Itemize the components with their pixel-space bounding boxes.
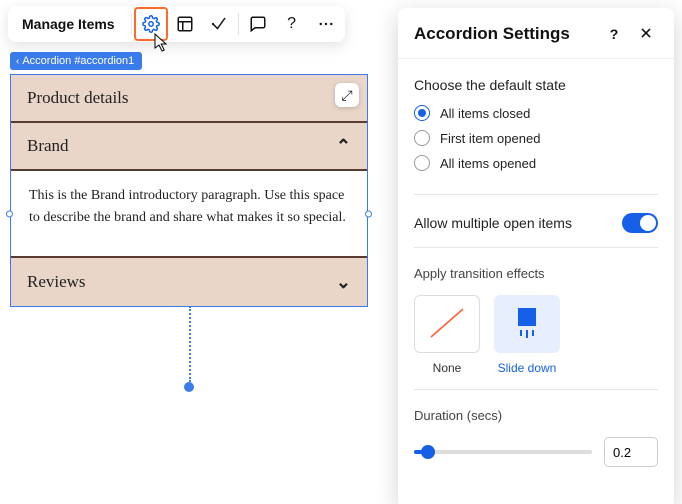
help-button[interactable]: ? — [275, 7, 309, 41]
accordion-item: Brand ⌃ This is the Brand introductory p… — [11, 123, 367, 258]
breadcrumb-label: Accordion #accordion1 — [22, 55, 134, 67]
selection-handle-left[interactable] — [6, 210, 13, 217]
effect-slide-down[interactable]: Slide down — [494, 295, 560, 375]
selection-handle-right[interactable] — [365, 210, 372, 217]
effect-none[interactable]: None — [414, 295, 480, 375]
accordion-item-text: This is the Brand introductory paragraph… — [29, 188, 346, 225]
effect-label: Slide down — [498, 361, 557, 375]
switch-label: Allow multiple open items — [414, 215, 572, 231]
separator — [238, 13, 239, 35]
allow-multiple-toggle[interactable] — [622, 213, 658, 233]
question-icon: ? — [287, 15, 296, 33]
chevron-up-icon: ⌃ — [336, 136, 351, 157]
accordion-item: Product details — [11, 75, 367, 123]
section-transition: Apply transition effects None — [414, 248, 658, 390]
manage-items-button[interactable]: Manage Items — [10, 6, 129, 42]
section-allow-multiple: Allow multiple open items — [414, 195, 658, 248]
breadcrumb-tag[interactable]: ‹ Accordion #accordion1 — [10, 52, 142, 70]
close-icon — [639, 26, 653, 43]
gear-icon — [142, 15, 160, 33]
radio-label: All items opened — [440, 156, 536, 171]
section-duration: Duration (secs) — [414, 390, 658, 481]
separator — [131, 13, 132, 35]
duration-input[interactable] — [604, 437, 658, 467]
accordion-item: Reviews ⌄ — [11, 258, 367, 306]
radio-icon — [414, 155, 430, 171]
ellipsis-icon — [317, 15, 335, 33]
accordion-item-title: Brand — [27, 136, 69, 156]
panel-title: Accordion Settings — [414, 24, 594, 44]
layout-icon — [176, 15, 194, 33]
question-icon: ? — [610, 26, 619, 42]
slide-down-icon — [512, 304, 542, 345]
accordion-item-header[interactable]: Brand ⌃ — [11, 123, 367, 171]
animation-button[interactable] — [202, 7, 236, 41]
slider-track — [414, 450, 592, 454]
settings-panel: Accordion Settings ? Choose the default … — [398, 8, 674, 504]
accordion-item-title: Product details — [27, 88, 129, 108]
layout-button[interactable] — [168, 7, 202, 41]
add-guideline — [189, 306, 191, 382]
radio-icon — [414, 130, 430, 146]
radio-all-closed[interactable]: All items closed — [414, 105, 658, 121]
panel-header: Accordion Settings ? — [398, 8, 674, 59]
chevron-left-icon: ‹ — [16, 56, 19, 67]
section-title: Apply transition effects — [414, 266, 658, 281]
radio-label: All items closed — [440, 106, 530, 121]
chevron-down-icon: ⌄ — [336, 272, 351, 293]
slider-thumb[interactable] — [421, 445, 435, 459]
panel-help-button[interactable]: ? — [602, 22, 626, 46]
comment-icon — [249, 15, 267, 33]
accordion-component[interactable]: ⤢ Product details Brand ⌃ This is the Br… — [10, 74, 368, 307]
effect-label: None — [433, 361, 462, 375]
none-icon — [425, 303, 469, 346]
expand-handle[interactable]: ⤢ — [335, 83, 359, 107]
expand-icon: ⤢ — [341, 87, 352, 104]
comment-button[interactable] — [241, 7, 275, 41]
radio-icon — [414, 105, 430, 121]
radio-first-open[interactable]: First item opened — [414, 130, 658, 146]
radio-all-open[interactable]: All items opened — [414, 155, 658, 171]
editor-canvas: Manage Items — [0, 0, 390, 504]
accordion-item-title: Reviews — [27, 272, 86, 292]
duration-slider[interactable] — [414, 442, 592, 462]
animation-icon — [210, 15, 228, 33]
action-bar: Manage Items — [8, 6, 345, 42]
section-default-state: Choose the default state All items close… — [414, 59, 658, 195]
accordion-item-header[interactable]: Reviews ⌄ — [11, 258, 367, 306]
section-title: Choose the default state — [414, 77, 658, 93]
panel-body: Choose the default state All items close… — [398, 59, 674, 497]
accordion-item-header[interactable]: Product details — [11, 75, 367, 123]
section-title: Duration (secs) — [414, 408, 658, 423]
radio-label: First item opened — [440, 131, 540, 146]
settings-button[interactable] — [134, 7, 168, 41]
add-handle[interactable] — [184, 382, 194, 392]
more-button[interactable] — [309, 7, 343, 41]
panel-close-button[interactable] — [634, 22, 658, 46]
accordion-item-body[interactable]: This is the Brand introductory paragraph… — [11, 171, 367, 258]
